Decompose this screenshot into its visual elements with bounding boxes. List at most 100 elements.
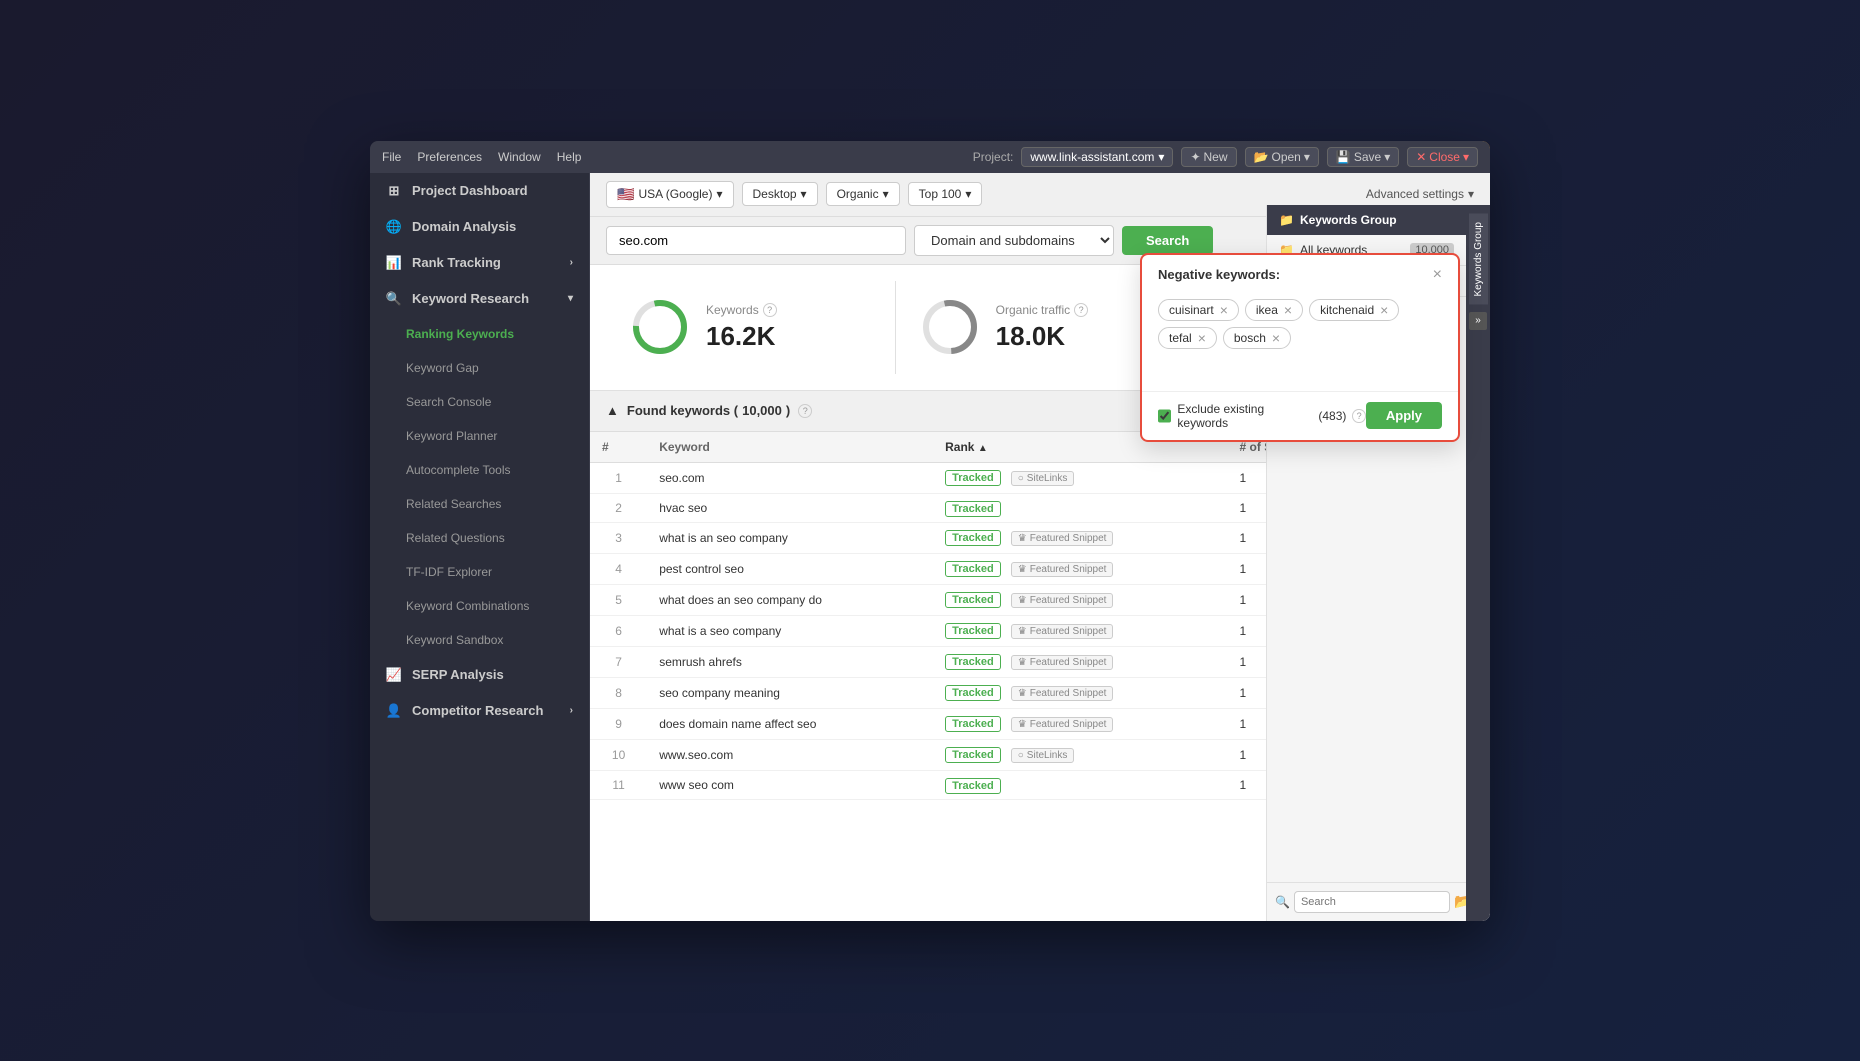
feature-badge: ♛ Featured Snippet — [1011, 593, 1114, 608]
search-icon: 🔍 — [386, 291, 402, 307]
popup-close-button[interactable]: × — [1433, 267, 1442, 283]
row-4-badges: Tracked ♛ Featured Snippet — [933, 553, 1227, 584]
project-dropdown[interactable]: www.link-assistant.com ▾ — [1021, 147, 1173, 167]
apply-button[interactable]: Apply — [1366, 402, 1442, 429]
row-7-keyword: semrush ahrefs — [647, 646, 933, 677]
popup-header: Negative keywords: × — [1142, 255, 1458, 291]
sidebar-item-keyword-sandbox[interactable]: Keyword Sandbox — [370, 623, 589, 657]
popup-footer: Exclude existing keywords (483) ? Apply — [1142, 391, 1458, 440]
row-1-badges: Tracked ○ SiteLinks — [933, 462, 1227, 493]
device-filter[interactable]: Desktop ▾ — [742, 182, 818, 206]
organic-stat-info: Organic traffic ? 18.0K — [996, 303, 1088, 352]
sidebar-item-keyword-combinations[interactable]: Keyword Combinations — [370, 589, 589, 623]
new-button[interactable]: ✦ New — [1181, 147, 1236, 167]
advanced-settings-label: Advanced settings — [1366, 187, 1464, 201]
row-4-num: 4 — [590, 553, 647, 584]
col-keyword[interactable]: Keyword — [647, 432, 933, 463]
sidebar-item-rank-tracking[interactable]: 📊 Rank Tracking › — [370, 245, 589, 281]
collapse-tab-button[interactable]: » — [1469, 312, 1487, 330]
row-9-num: 9 — [590, 708, 647, 739]
rank-sort-arrow: ▲ — [978, 443, 988, 454]
snippet-icon: ♛ — [1018, 657, 1027, 668]
exclude-checkbox[interactable] — [1158, 409, 1171, 423]
keywords-group-tab[interactable]: Keywords Group — [1469, 213, 1488, 304]
right-panel-tabs: Keywords Group » — [1466, 205, 1490, 921]
country-chevron: ▾ — [716, 187, 722, 201]
keywords-info-icon[interactable]: ? — [763, 303, 777, 317]
found-keywords-label: Found keywords (10,000) — [627, 403, 790, 418]
feature-badge: ○ SiteLinks — [1011, 471, 1075, 486]
menu-file[interactable]: File — [382, 150, 401, 164]
sidebar-item-search-console[interactable]: Search Console — [370, 385, 589, 419]
keywords-label: Keywords ? — [706, 303, 777, 317]
sidebar-item-related-searches[interactable]: Related Searches — [370, 487, 589, 521]
row-6-keyword: what is a seo company — [647, 615, 933, 646]
menu-window[interactable]: Window — [498, 150, 541, 164]
sidebar-item-tf-idf-explorer[interactable]: TF-IDF Explorer — [370, 555, 589, 589]
sidebar-item-competitor-research[interactable]: 👤 Competitor Research › — [370, 693, 589, 729]
organic-info-icon[interactable]: ? — [1074, 303, 1088, 317]
row-5-keyword: what does an seo company do — [647, 584, 933, 615]
bar-icon: 📈 — [386, 667, 402, 683]
sidebar-item-ranking-keywords[interactable]: Ranking Keywords — [370, 317, 589, 351]
advanced-settings-button[interactable]: Advanced settings ▾ — [1366, 187, 1474, 201]
organic-label: Organic traffic ? — [996, 303, 1088, 317]
search-type-select[interactable]: Domain and subdomains — [914, 225, 1114, 256]
chart-icon: 📊 — [386, 255, 402, 271]
grid-icon: ⊞ — [386, 183, 402, 199]
tags-area: cuisinart × ikea × kitchenaid × tefal × — [1142, 291, 1458, 391]
keywords-donut — [630, 297, 690, 357]
sidebar-item-related-questions[interactable]: Related Questions — [370, 521, 589, 555]
row-10-badges: Tracked ○ SiteLinks — [933, 739, 1227, 770]
tag-bosch-remove[interactable]: × — [1272, 331, 1280, 345]
competitor-chevron: › — [570, 705, 573, 716]
found-keywords-info-icon[interactable]: ? — [798, 404, 812, 418]
new-icon: ✦ — [1190, 150, 1200, 164]
sidebar-item-autocomplete-tools[interactable]: Autocomplete Tools — [370, 453, 589, 487]
sidebar-item-domain-analysis[interactable]: 🌐 Domain Analysis — [370, 209, 589, 245]
row-8-badges: Tracked ♛ Featured Snippet — [933, 677, 1227, 708]
sidebar-item-serp-analysis[interactable]: 📈 SERP Analysis — [370, 657, 589, 693]
tag-cuisinart-label: cuisinart — [1169, 303, 1214, 317]
top-filter[interactable]: Top 100 ▾ — [908, 182, 983, 206]
tracked-badge: Tracked — [945, 530, 1001, 546]
exclude-row: Exclude existing keywords (483) ? — [1158, 402, 1366, 430]
popup-title: Negative keywords: — [1158, 267, 1280, 282]
exclude-count: (483) — [1318, 409, 1346, 423]
main-layout: ⊞ Project Dashboard 🌐 Domain Analysis 📊 … — [370, 173, 1490, 921]
open-button[interactable]: 📂 Open ▾ — [1245, 147, 1319, 167]
row-6-num: 6 — [590, 615, 647, 646]
sidebar-item-keyword-gap[interactable]: Keyword Gap — [370, 351, 589, 385]
menu-preferences[interactable]: Preferences — [417, 150, 482, 164]
row-1-num: 1 — [590, 462, 647, 493]
tag-cuisinart-remove[interactable]: × — [1220, 303, 1228, 317]
tag-kitchenaid-remove[interactable]: × — [1380, 303, 1388, 317]
country-filter[interactable]: 🇺🇸 USA (Google) ▾ — [606, 181, 734, 208]
tag-tefal-remove[interactable]: × — [1198, 331, 1206, 345]
advanced-settings-chevron: ▾ — [1468, 187, 1474, 201]
row-5-num: 5 — [590, 584, 647, 615]
menu-help[interactable]: Help — [557, 150, 582, 164]
sidebar-item-project-dashboard[interactable]: ⊞ Project Dashboard — [370, 173, 589, 209]
sidebar-item-keyword-planner[interactable]: Keyword Planner — [370, 419, 589, 453]
expand-icon[interactable]: ▲ — [606, 403, 619, 418]
row-3-num: 3 — [590, 522, 647, 553]
tag-ikea-remove[interactable]: × — [1284, 303, 1292, 317]
tracked-badge: Tracked — [945, 654, 1001, 670]
sidebar-item-keyword-research[interactable]: 🔍 Keyword Research ▾ — [370, 281, 589, 317]
close-button[interactable]: ✕ Close ▾ — [1407, 147, 1478, 167]
search-button[interactable]: Search — [1122, 226, 1213, 255]
row-3-keyword: what is an seo company — [647, 522, 933, 553]
type-filter[interactable]: Organic ▾ — [826, 182, 900, 206]
tag-bosch: bosch × — [1223, 327, 1291, 349]
row-4-keyword: pest control seo — [647, 553, 933, 584]
keywords-group-label: Keywords Group — [1300, 213, 1397, 227]
save-button[interactable]: 💾 Save ▾ — [1327, 147, 1399, 167]
right-panel-search-input[interactable] — [1294, 891, 1450, 913]
row-9-badges: Tracked ♛ Featured Snippet — [933, 708, 1227, 739]
feature-badge: ♛ Featured Snippet — [1011, 531, 1114, 546]
domain-search-input[interactable] — [606, 226, 906, 255]
tracked-badge: Tracked — [945, 778, 1001, 794]
exclude-info-icon[interactable]: ? — [1352, 409, 1366, 423]
keywords-value: 16.2K — [706, 321, 777, 352]
